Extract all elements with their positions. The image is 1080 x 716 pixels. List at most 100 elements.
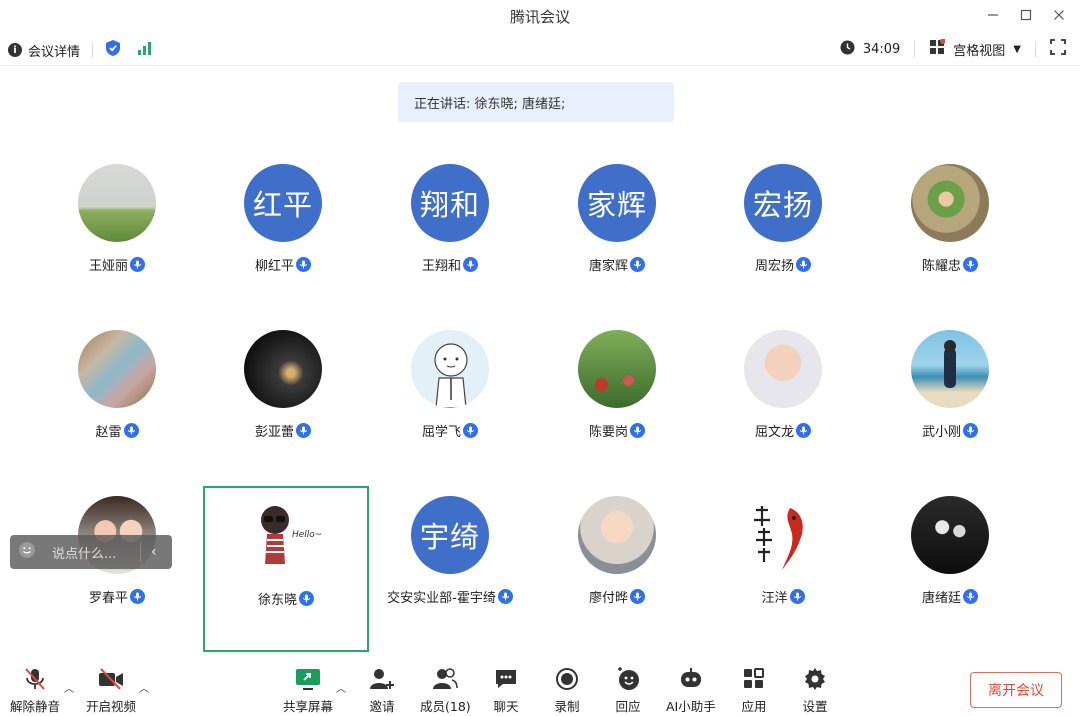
close-icon[interactable]: [1047, 4, 1071, 26]
quick-chat-box[interactable]: 说点什么... ‹: [10, 535, 172, 569]
avatar: 红平: [244, 164, 322, 242]
mic-icon: [963, 423, 978, 438]
info-icon[interactable]: i: [8, 43, 22, 57]
avatar: [411, 330, 489, 408]
settings-label: 设置: [802, 699, 828, 714]
participant-tile[interactable]: 王娅丽: [34, 152, 200, 318]
participant-name: 王翔和: [421, 259, 461, 274]
chevron-up-icon[interactable]: ︿: [336, 680, 346, 695]
meeting-details-link[interactable]: 会议详情: [28, 41, 80, 60]
reaction-button[interactable]: 回应: [614, 666, 642, 715]
maximize-icon[interactable]: [1014, 4, 1038, 26]
gear-icon: [801, 666, 829, 692]
participant-tile[interactable]: 陈要岗: [534, 318, 700, 484]
participant-tile[interactable]: 翔和 王翔和: [367, 152, 533, 318]
record-icon: [553, 666, 581, 692]
share-screen-label: 共享屏幕: [283, 699, 334, 714]
participant-tile[interactable]: 红平 柳红平: [200, 152, 366, 318]
chat-icon: [492, 666, 520, 692]
meeting-timer: 34:09: [862, 41, 901, 57]
avatar: [578, 330, 656, 408]
apps-button[interactable]: 应用: [740, 666, 768, 715]
participant-tile[interactable]: 武小刚: [867, 318, 1033, 484]
settings-button[interactable]: 设置: [801, 666, 829, 715]
participant-tile-active-speaker[interactable]: Hello~ 徐东晓: [203, 486, 369, 652]
avatar: 宇绮: [411, 496, 489, 574]
mic-muted-icon: [21, 666, 49, 692]
mic-icon: [130, 257, 145, 272]
ai-assistant-button[interactable]: AI小助手: [666, 666, 716, 715]
mic-icon: [296, 257, 311, 272]
emoji-icon[interactable]: [18, 541, 36, 563]
signal-icon[interactable]: [137, 41, 153, 59]
chat-input[interactable]: 说点什么...: [52, 543, 140, 562]
record-label: 录制: [554, 699, 580, 714]
share-screen-icon: [294, 666, 322, 692]
leave-meeting-button[interactable]: 离开会议: [970, 672, 1062, 708]
fullscreen-icon[interactable]: [1050, 39, 1066, 59]
minimize-icon[interactable]: [981, 4, 1005, 26]
avatar: 家辉: [578, 164, 656, 242]
chevron-up-icon[interactable]: ︿: [64, 680, 74, 695]
ai-assistant-icon: [677, 666, 705, 692]
view-mode-dropdown[interactable]: 宫格视图: [953, 40, 1005, 59]
avatar: [744, 496, 822, 574]
participant-tile[interactable]: 家辉 唐家辉: [534, 152, 700, 318]
start-video-button[interactable]: 开启视频: [86, 666, 136, 715]
mic-icon: [463, 423, 478, 438]
mic-icon: [299, 591, 314, 606]
title-bar: 腾讯会议: [0, 0, 1080, 32]
participant-tile[interactable]: 宇绮 交安实业部-霍宇绮: [367, 484, 533, 650]
participant-tile[interactable]: 廖付晔: [534, 484, 700, 650]
chat-label: 聊天: [493, 699, 519, 714]
avatar: [911, 164, 989, 242]
unmute-label: 解除静音: [10, 699, 61, 714]
avatar: [911, 330, 989, 408]
participant-name: 唐家辉: [588, 259, 628, 274]
window-title: 腾讯会议: [509, 8, 570, 26]
members-button[interactable]: 成员(18): [420, 666, 471, 715]
participant-name: 唐绪廷: [921, 591, 961, 606]
participant-tile[interactable]: 汪洋: [700, 484, 866, 650]
members-icon: [431, 666, 459, 692]
mic-icon: [796, 257, 811, 272]
participant-tile[interactable]: 屈学飞: [367, 318, 533, 484]
unmute-button[interactable]: 解除静音: [10, 666, 60, 715]
participant-tile[interactable]: 彭亚蕾: [200, 318, 366, 484]
share-screen-button[interactable]: 共享屏幕: [283, 666, 333, 715]
mic-icon: [789, 589, 805, 604]
avatar: [578, 496, 656, 574]
members-label: 成员(18): [420, 699, 471, 714]
participant-tile[interactable]: 屈文龙: [700, 318, 866, 484]
divider: [1035, 41, 1036, 57]
mic-icon: [123, 423, 139, 438]
participant-tile[interactable]: 唐绪廷: [867, 484, 1033, 650]
avatar: [78, 330, 156, 408]
mic-icon: [963, 257, 978, 272]
participant-name: 陈耀忠: [921, 259, 961, 274]
mic-icon: [630, 589, 645, 604]
participant-tile[interactable]: 赵雷: [34, 318, 200, 484]
chevron-left-icon[interactable]: ‹: [151, 544, 157, 560]
chat-button[interactable]: 聊天: [492, 666, 520, 715]
participant-tile[interactable]: 陈耀忠: [867, 152, 1033, 318]
ai-assistant-label: AI小助手: [666, 699, 716, 714]
chevron-up-icon[interactable]: ︿: [139, 680, 149, 695]
avatar: [911, 496, 989, 574]
grid-view-icon[interactable]: [929, 38, 947, 59]
reaction-icon: [614, 666, 642, 692]
record-button[interactable]: 录制: [553, 666, 581, 715]
participant-tile[interactable]: 宏扬 周宏扬: [700, 152, 866, 318]
start-video-label: 开启视频: [86, 699, 137, 714]
participant-name: 屈文龙: [754, 425, 794, 440]
avatar: 宏扬: [744, 164, 822, 242]
mic-icon: [463, 257, 478, 272]
invite-button[interactable]: 邀请: [368, 666, 396, 715]
mic-icon: [630, 257, 645, 272]
participant-name: 武小刚: [921, 425, 961, 440]
chevron-down-icon[interactable]: ▼: [1013, 44, 1021, 55]
avatar: [744, 330, 822, 408]
participant-name: 赵雷: [95, 425, 122, 440]
security-shield-icon[interactable]: [105, 39, 121, 61]
participant-name: 陈要岗: [588, 425, 628, 440]
